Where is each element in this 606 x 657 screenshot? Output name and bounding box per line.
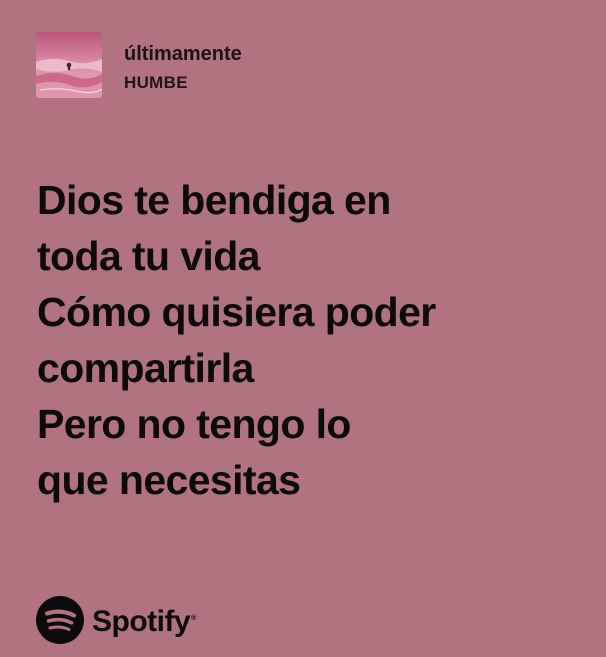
lyric-line: que necesitas — [37, 457, 301, 503]
lyric-line: toda tu vida — [37, 233, 260, 279]
track-meta: últimamente HUMBE — [124, 37, 242, 93]
spotify-wordmark: Spotify® — [92, 604, 196, 638]
track-header: últimamente HUMBE — [36, 32, 242, 98]
trademark-symbol: ® — [191, 614, 196, 622]
lyric-line: Cómo quisiera poder — [37, 289, 436, 335]
lyrics-block: Dios te bendiga en toda tu vida Cómo qui… — [37, 172, 587, 508]
spotify-branding: Spotify® — [36, 596, 196, 644]
lyric-line: Dios te bendiga en — [37, 177, 391, 223]
lyrics-share-card: últimamente HUMBE Dios te bendiga en tod… — [0, 0, 606, 657]
artist-name: HUMBE — [124, 73, 188, 92]
spotify-logo-icon — [36, 596, 84, 644]
lyric-line: Pero no tengo lo — [37, 401, 351, 447]
song-title: últimamente — [124, 43, 242, 65]
lyric-line: compartirla — [37, 345, 254, 391]
album-cover-icon — [36, 32, 102, 98]
